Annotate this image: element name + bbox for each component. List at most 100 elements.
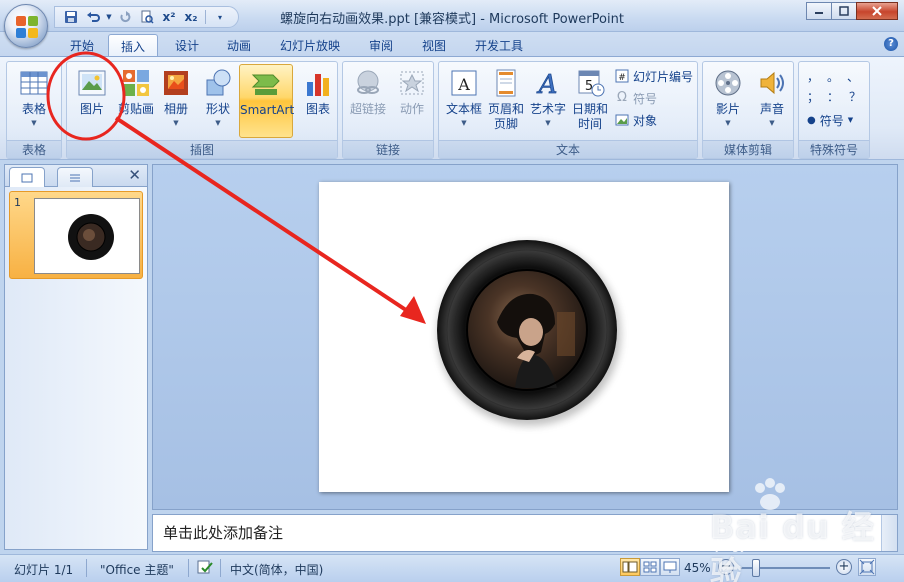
- notes-pane[interactable]: 单击此处添加备注: [152, 514, 898, 552]
- chart-icon: [307, 74, 329, 96]
- datetime-label-2: 时间: [577, 117, 602, 131]
- special-char-6[interactable]: ？: [849, 88, 861, 105]
- vinyl-record-image[interactable]: [319, 182, 729, 492]
- slides-pane: ✕ 1: [4, 164, 148, 550]
- group-label-tables: 表格: [7, 140, 61, 158]
- movie-label: 影片: [715, 102, 740, 116]
- slide-number-label: 幻灯片编号: [633, 69, 694, 84]
- chart-button[interactable]: 图表: [295, 64, 341, 138]
- bullet-icon: ●: [807, 114, 816, 126]
- special-symbol-button[interactable]: ● 符号 ▼: [807, 110, 853, 130]
- wordart-button[interactable]: A 艺术字 ▼: [525, 64, 571, 138]
- slide-thumbnail[interactable]: [34, 198, 140, 274]
- status-bar: 幻灯片 1/1 "Office 主题" 中文(简体，中国) 45% − +: [0, 554, 904, 582]
- calendar-icon: 5: [578, 70, 605, 97]
- group-label-illustrations: 插图: [67, 140, 337, 158]
- datetime-button[interactable]: 5 日期和 时间: [567, 64, 613, 138]
- svg-text:A: A: [537, 70, 558, 98]
- zoom-level[interactable]: 45%: [684, 561, 711, 575]
- hyperlink-button[interactable]: 超链接: [345, 64, 391, 138]
- shapes-icon: [206, 69, 231, 96]
- maximize-button[interactable]: [831, 2, 857, 20]
- group-label-text: 文本: [439, 140, 697, 158]
- notes-scrollbar[interactable]: [881, 515, 897, 551]
- status-separator: [220, 559, 221, 577]
- slide-list: 1: [5, 187, 147, 549]
- zoom-out-button[interactable]: −: [718, 559, 734, 575]
- tab-review[interactable]: 审阅: [357, 34, 405, 56]
- normal-view-icon: [622, 561, 638, 573]
- pane-tabs: ✕: [5, 165, 147, 188]
- minimize-button[interactable]: [806, 2, 832, 20]
- header-footer-label-1: 页眉和: [487, 102, 524, 116]
- tab-animations[interactable]: 动画: [215, 34, 263, 56]
- chevron-down-icon: ▼: [769, 119, 775, 127]
- status-separator: [86, 559, 87, 577]
- group-label-links: 链接: [343, 140, 433, 158]
- slide-sorter-icon: [643, 561, 657, 573]
- slide-editor: [152, 164, 898, 510]
- slides-tab[interactable]: [9, 167, 45, 188]
- title-bar: ▼ x² x₂ ▾ 螺旋向右动画效果.ppt [兼容模式] - Microsof…: [0, 0, 904, 32]
- header-footer-button[interactable]: 页眉和 页脚: [483, 64, 529, 138]
- hyperlink-label: 超链接: [349, 102, 386, 116]
- special-char-4[interactable]: ；: [807, 88, 819, 105]
- object-button[interactable]: 对象: [615, 110, 657, 130]
- zoom-in-button[interactable]: +: [836, 559, 852, 575]
- notes-placeholder[interactable]: 单击此处添加备注: [163, 522, 283, 543]
- tab-home[interactable]: 开始: [58, 34, 106, 56]
- movie-button[interactable]: 影片 ▼: [705, 64, 751, 138]
- close-button[interactable]: [856, 2, 898, 20]
- omega-icon: Ω: [617, 90, 627, 105]
- chevron-down-icon: ▼: [545, 119, 551, 127]
- zoom-slider-thumb[interactable]: [752, 559, 760, 577]
- sound-button[interactable]: 声音 ▼: [749, 64, 795, 138]
- slide-number-icon: #: [615, 69, 629, 83]
- album-button[interactable]: 相册 ▼: [153, 64, 199, 138]
- symbol-button[interactable]: Ω 符号: [615, 88, 657, 108]
- special-char-1[interactable]: ，: [807, 68, 819, 85]
- smartart-button[interactable]: SmartArt: [239, 64, 294, 138]
- slide-canvas[interactable]: [319, 182, 729, 492]
- tab-slideshow[interactable]: 幻灯片放映: [268, 34, 352, 56]
- special-char-2[interactable]: 。: [827, 68, 839, 85]
- picture-button[interactable]: 图片: [69, 64, 115, 138]
- chevron-down-icon: ▼: [215, 119, 221, 127]
- outline-tab[interactable]: [57, 167, 93, 187]
- outline-icon: [70, 174, 80, 181]
- tab-insert[interactable]: 插入: [108, 34, 159, 56]
- normal-view-button[interactable]: [620, 558, 640, 576]
- speaker-icon: [760, 71, 784, 95]
- slide-thumbnail-selected[interactable]: 1: [9, 191, 143, 279]
- close-pane-icon[interactable]: ✕: [128, 166, 141, 184]
- tab-view[interactable]: 视图: [410, 34, 458, 56]
- thumbnail-record-image: [68, 214, 114, 260]
- shapes-label: 形状: [205, 102, 230, 116]
- slide-number-button[interactable]: # 幻灯片编号: [615, 66, 693, 86]
- object-label: 对象: [633, 113, 658, 128]
- wordart-icon: A: [536, 70, 558, 98]
- tab-design[interactable]: 设计: [163, 34, 211, 56]
- action-button[interactable]: 动作: [389, 64, 435, 138]
- header-footer-icon: [496, 69, 516, 97]
- group-special-symbols: ， 。 、 ； ： ？ ● 符号 ▼ 特殊符号: [798, 61, 870, 159]
- special-char-5[interactable]: ：: [827, 88, 839, 105]
- slide-sorter-view-button[interactable]: [640, 558, 660, 576]
- special-char-3[interactable]: 、: [847, 68, 859, 85]
- help-icon[interactable]: ?: [884, 37, 898, 51]
- spelling-check-icon[interactable]: [196, 558, 214, 579]
- office-button[interactable]: [4, 4, 48, 48]
- fit-window-icon: [859, 559, 875, 575]
- shapes-button[interactable]: 形状 ▼: [195, 64, 241, 138]
- wordart-label: 艺术字: [529, 102, 566, 116]
- chevron-down-icon: ▼: [461, 119, 467, 127]
- slideshow-view-button[interactable]: [660, 558, 680, 576]
- fit-to-window-button[interactable]: [858, 558, 876, 576]
- textbox-icon: A: [451, 70, 477, 96]
- table-button[interactable]: 表格 ▼: [11, 64, 57, 138]
- textbox-button[interactable]: A 文本框 ▼: [441, 64, 487, 138]
- theme-name: "Office 主题": [100, 563, 174, 577]
- film-reel-icon: [715, 70, 741, 96]
- tab-developer[interactable]: 开发工具: [463, 34, 535, 56]
- action-label: 动作: [399, 102, 424, 116]
